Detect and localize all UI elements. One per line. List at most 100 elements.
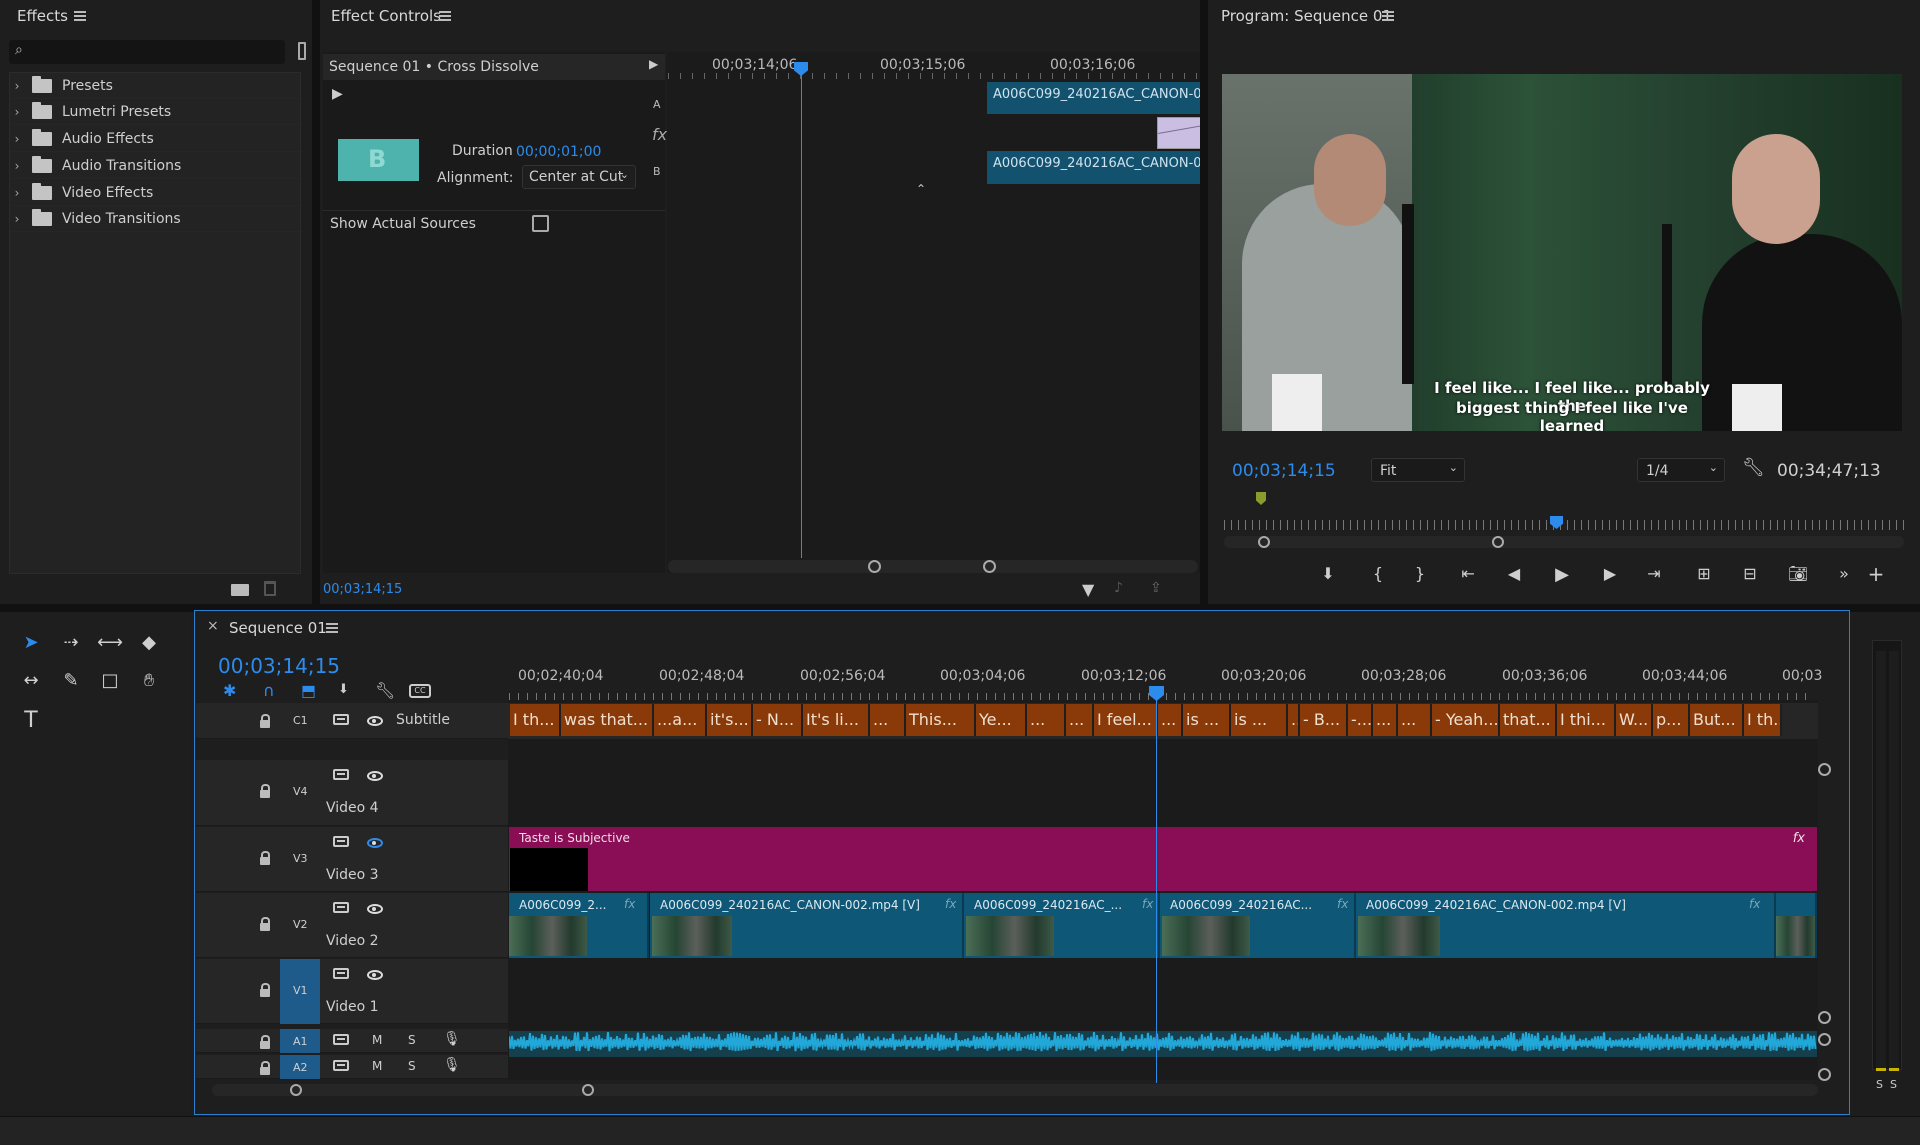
marker-in-icon[interactable]	[1256, 492, 1266, 505]
subtitle-clip[interactable]: -...	[1348, 704, 1373, 736]
zoom-handle-right[interactable]	[1492, 536, 1504, 548]
meter-solo-left[interactable]: S	[1876, 1078, 1883, 1091]
audio-scroll-handle[interactable]	[1818, 1033, 1831, 1046]
audio-clip-a1[interactable]	[509, 1031, 1817, 1057]
duration-value[interactable]: 00;00;01;00	[516, 144, 601, 160]
collapse-triangle-icon[interactable]: ▶	[649, 57, 658, 71]
subtitle-clip[interactable]: - N...	[753, 704, 803, 736]
go-to-in-button[interactable]: ⇤	[1456, 564, 1480, 583]
video-clip[interactable]: A006C099_240216AC_...	[964, 893, 1160, 958]
effects-item-lumetri-presets[interactable]: › Lumetri Presets	[10, 99, 302, 125]
go-to-out-button[interactable]: ⇥	[1642, 564, 1666, 583]
step-forward-button[interactable]: ▶	[1598, 564, 1622, 583]
add-marker-icon[interactable]: ⬇	[338, 682, 349, 697]
subtitle-clip[interactable]: p...	[1653, 704, 1690, 736]
solo-button[interactable]: S	[408, 1033, 416, 1047]
subtitle-clip[interactable]: is ...	[1183, 704, 1231, 736]
subtitle-clip[interactable]: ...	[1373, 704, 1398, 736]
audio-only-icon[interactable]: ♪	[1114, 580, 1123, 596]
mark-out-button[interactable]: }	[1408, 564, 1432, 583]
ec-zoom-handle-left[interactable]	[868, 560, 881, 573]
subtitle-clip[interactable]: - Yeah...	[1432, 704, 1500, 736]
effects-search-input[interactable]: ⌕	[9, 40, 285, 64]
program-time-ruler[interactable]	[1224, 520, 1904, 530]
track-output-icon[interactable]	[333, 968, 349, 979]
subtitle-clip[interactable]: that...	[1500, 704, 1557, 736]
lock-icon[interactable]	[260, 1061, 270, 1075]
effects-item-audio-effects[interactable]: › Audio Effects	[10, 126, 302, 152]
mark-in-button[interactable]: {	[1366, 564, 1390, 583]
subtitle-clip[interactable]: It's li...	[803, 704, 870, 736]
pen-tool-icon[interactable]: ✎	[57, 670, 85, 691]
effects-item-audio-transitions[interactable]: › Audio Transitions	[10, 153, 302, 179]
microphone-icon[interactable]: 🎙︎	[443, 1057, 461, 1073]
effects-menu-icon[interactable]	[74, 11, 86, 21]
video-clip[interactable]	[1776, 893, 1817, 958]
sequence-tab[interactable]: Sequence 01	[229, 619, 327, 637]
program-monitor-title[interactable]: Program: Sequence 01	[1221, 7, 1392, 25]
program-timecode[interactable]: 00;03;14;15	[1232, 461, 1336, 481]
nest-toggle-icon[interactable]: ✱	[223, 681, 236, 700]
lift-button[interactable]: ⊞	[1692, 564, 1716, 583]
timeline-vertical-scroll-handle[interactable]	[1818, 763, 1831, 776]
mute-button[interactable]: M	[372, 1033, 382, 1047]
show-actual-sources-checkbox[interactable]	[532, 215, 549, 232]
meter-solo-right[interactable]: S	[1890, 1078, 1897, 1091]
subtitle-clip[interactable]: ...	[870, 704, 906, 736]
close-tab-icon[interactable]: ×	[207, 618, 219, 634]
track-output-icon[interactable]	[333, 1060, 349, 1071]
filter-icon[interactable]: ▼	[1082, 580, 1094, 599]
button-editor-icon[interactable]: +	[1864, 562, 1888, 586]
subtitle-clip[interactable]: - B...	[1300, 704, 1348, 736]
subtitle-clip[interactable]: it's...	[707, 704, 753, 736]
effects-item-presets[interactable]: › Presets	[10, 73, 302, 99]
add-marker-button[interactable]: ⬇	[1316, 564, 1340, 583]
scroll-handle-left[interactable]	[290, 1084, 302, 1096]
subtitle-clip[interactable]: is ...	[1231, 704, 1288, 736]
fit-select[interactable]: Fit ⌄	[1371, 458, 1465, 482]
video-clip[interactable]: A006C099_240216AC_CANON-002.mp4 [V]	[650, 893, 964, 958]
ec-ruler-ticks[interactable]	[668, 73, 1198, 79]
alignment-select[interactable]: Center at Cut ⌄	[522, 165, 636, 189]
subtitle-clip[interactable]: This...	[906, 704, 976, 736]
lock-icon[interactable]	[260, 983, 270, 997]
track-output-icon[interactable]	[333, 714, 349, 725]
new-bin-small-icon[interactable]	[298, 42, 306, 60]
subtitle-clip[interactable]: ...	[1288, 704, 1300, 736]
timeline-timecode[interactable]: 00;03;14;15	[218, 654, 340, 678]
subtitle-clip[interactable]: ...	[1066, 704, 1094, 736]
ec-zoom-scrollbar[interactable]	[668, 560, 1198, 573]
timeline-horizontal-scrollbar[interactable]	[212, 1084, 1818, 1096]
subtitle-clip[interactable]: I thi...	[1557, 704, 1616, 736]
hand-tool-icon[interactable]: ✋︎	[135, 670, 163, 691]
track-output-icon[interactable]	[333, 902, 349, 913]
graphic-clip-v3[interactable]: Taste is Subjective fx	[509, 827, 1817, 891]
mute-button[interactable]: M	[372, 1059, 382, 1073]
solo-button[interactable]: S	[408, 1059, 416, 1073]
subtitle-clip[interactable]: ...	[1027, 704, 1066, 736]
timeline-menu-icon[interactable]	[326, 623, 338, 633]
play-button[interactable]: ▶	[1550, 564, 1574, 585]
timeline-vertical-scroll-handle[interactable]	[1818, 1011, 1831, 1024]
audio-scroll-handle[interactable]	[1818, 1068, 1831, 1081]
export-icon[interactable]: ⇪	[1150, 580, 1162, 596]
subtitle-clip[interactable]: was that...	[561, 704, 654, 736]
effects-item-video-effects[interactable]: › Video Effects	[10, 180, 302, 206]
track-output-icon[interactable]	[333, 769, 349, 780]
track-output-icon[interactable]	[333, 1034, 349, 1045]
subtitle-clip[interactable]: I th...	[1744, 704, 1782, 736]
subtitle-clip[interactable]: ...	[1158, 704, 1183, 736]
eye-hidden-icon[interactable]	[367, 838, 383, 848]
lock-icon[interactable]	[260, 851, 270, 865]
video-clip[interactable]: A006C099_240216AC_CANON-002.mp4 [V]	[1356, 893, 1776, 958]
effects-panel-title[interactable]: Effects	[17, 7, 68, 25]
lock-icon[interactable]	[260, 784, 270, 798]
captions-icon[interactable]: CC	[409, 684, 431, 698]
lock-icon[interactable]	[260, 1035, 270, 1049]
ripple-edit-tool-icon[interactable]: ⟷	[96, 632, 124, 653]
effect-controls-menu-icon[interactable]	[439, 11, 451, 21]
more-controls-button[interactable]: »	[1832, 564, 1856, 583]
lock-icon[interactable]	[260, 917, 270, 931]
lock-icon[interactable]	[260, 714, 270, 728]
subtitle-clip[interactable]: ...	[1398, 704, 1432, 736]
